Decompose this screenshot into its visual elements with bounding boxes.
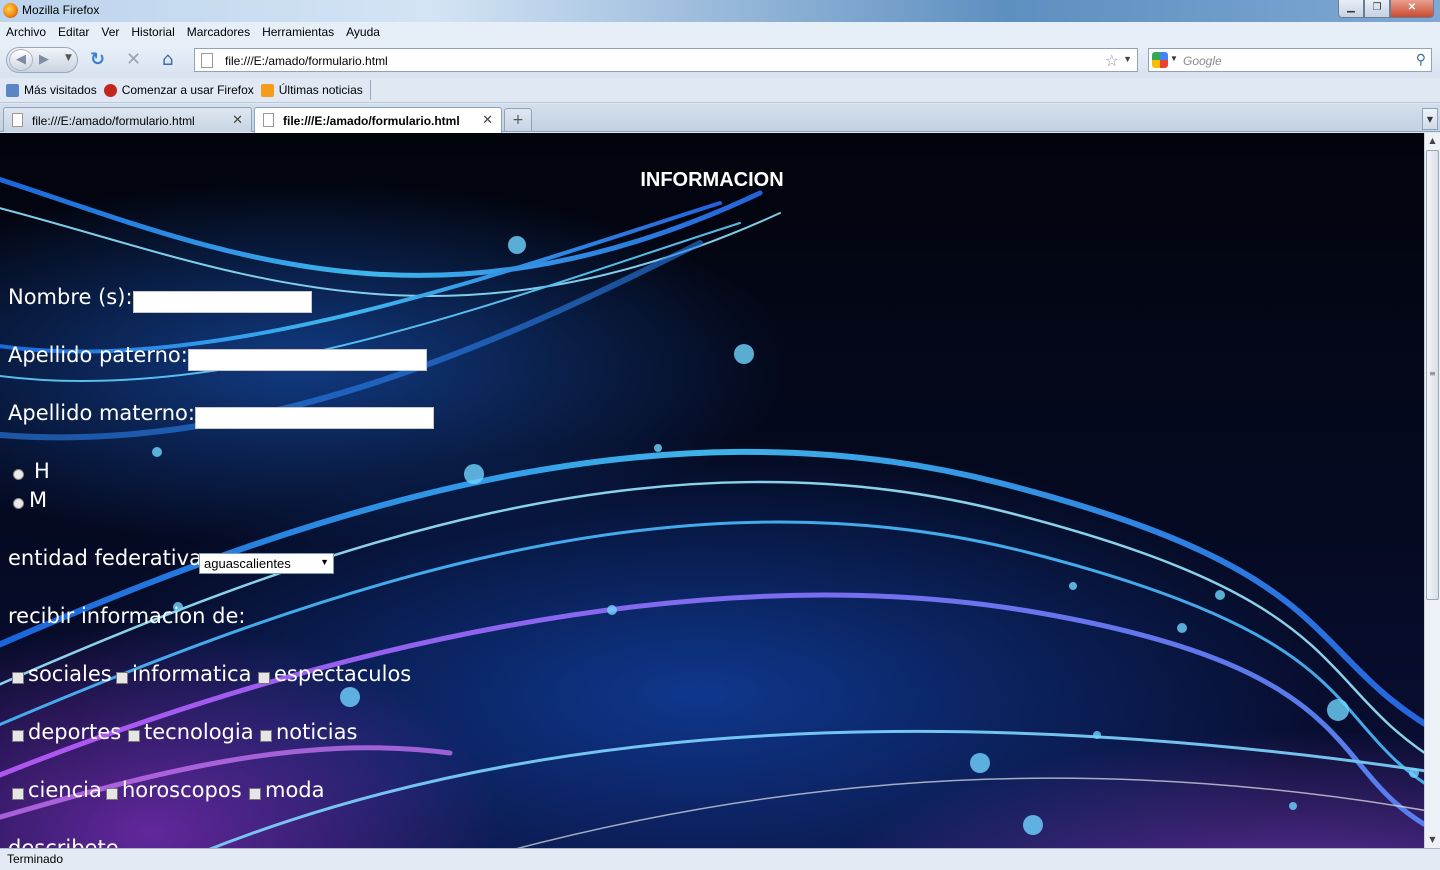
status-bar: Terminado — [0, 848, 1440, 870]
bookmark-ultimas-noticias[interactable]: Últimas noticias — [260, 83, 363, 97]
entidad-selected-value: aguascalientes — [204, 556, 291, 571]
nombre-label: Nombre (s): — [8, 285, 133, 309]
entidad-label: entidad federativa — [8, 546, 202, 570]
sexo-h-label: H — [34, 459, 50, 483]
most-visited-icon — [6, 83, 19, 97]
bookmarks-separator — [369, 80, 371, 100]
bookmark-label: Últimas noticias — [278, 83, 363, 97]
checkbox-ciencia[interactable] — [12, 788, 24, 800]
bookmark-comenzar[interactable]: Comenzar a usar Firefox — [103, 83, 254, 97]
checkbox-informatica[interactable] — [116, 672, 128, 684]
describete-label-partial: describete — [8, 836, 119, 848]
tab-2-active[interactable]: file:///E:/amado/formulario.html ✕ — [254, 107, 502, 133]
tab-list-dropdown-icon[interactable]: ▼ — [1422, 108, 1438, 130]
menu-archivo[interactable]: Archivo — [6, 25, 46, 39]
engine-dropdown-icon[interactable]: ▼ — [1170, 54, 1178, 63]
bookmark-label: Comenzar a usar Firefox — [121, 83, 254, 97]
checkbox-deportes[interactable] — [12, 730, 24, 742]
close-window-button[interactable]: ✕ — [1390, 0, 1434, 18]
search-bar[interactable]: ▼ Google ⚲ — [1148, 48, 1432, 72]
back-forward-group: ◀ ▶ ▼ — [6, 47, 78, 73]
checkbox-label-moda: moda — [265, 778, 325, 802]
select-arrow-icon: ▼ — [320, 557, 329, 567]
apellido-paterno-input[interactable] — [188, 349, 427, 371]
page-title: INFORMACION — [640, 169, 784, 191]
checkbox-tecnologia[interactable] — [128, 730, 140, 742]
rss-feed-icon — [260, 83, 274, 97]
checkbox-label-informatica: informatica — [132, 662, 252, 686]
back-button[interactable]: ◀ — [9, 49, 33, 71]
minimize-button[interactable]: ▁ — [1338, 0, 1364, 18]
search-magnifier-icon[interactable]: ⚲ — [1416, 51, 1426, 68]
checkbox-horoscopos[interactable] — [106, 788, 118, 800]
menu-ayuda[interactable]: Ayuda — [346, 25, 380, 39]
page-icon — [12, 113, 23, 127]
page-content: INFORMACION Nombre (s): Apellido paterno… — [0, 133, 1424, 848]
checkbox-label-ciencia: ciencia — [28, 778, 102, 802]
scroll-grip-icon: ≡ — [1429, 369, 1436, 378]
checkbox-noticias[interactable] — [260, 730, 272, 742]
page-icon — [201, 53, 213, 68]
status-text: Terminado — [7, 852, 64, 866]
checkbox-espectaculos[interactable] — [258, 672, 270, 684]
tab-bar: file:///E:/amado/formulario.html ✕ file:… — [0, 104, 1440, 133]
sexo-h-radio[interactable] — [13, 469, 24, 480]
recibir-label: recibir informacion de: — [8, 604, 246, 628]
menu-bar: Archivo Editar Ver Historial Marcadores … — [0, 22, 1440, 42]
checkbox-sociales[interactable] — [12, 672, 24, 684]
reload-icon[interactable]: ↻ — [90, 51, 105, 69]
checkbox-label-deportes: deportes — [28, 720, 122, 744]
registration-form: INFORMACION Nombre (s): Apellido paterno… — [0, 133, 1424, 848]
bookmarks-toolbar: Más visitados Comenzar a usar Firefox Úl… — [0, 78, 1440, 103]
scroll-up-icon[interactable]: ▲ — [1425, 133, 1440, 149]
checkbox-label-noticias: noticias — [276, 720, 358, 744]
tab-label: file:///E:/amado/formulario.html — [32, 114, 195, 128]
tab-1[interactable]: file:///E:/amado/formulario.html ✕ — [3, 107, 252, 132]
window-titlebar: Mozilla Firefox ▁ ❐ ✕ — [0, 0, 1440, 22]
search-placeholder[interactable]: Google — [1183, 54, 1222, 68]
window-title: Mozilla Firefox — [22, 3, 100, 17]
bookmark-mas-visitados[interactable]: Más visitados — [6, 83, 97, 97]
stop-icon[interactable]: ✕ — [126, 51, 141, 69]
page-icon — [263, 113, 274, 127]
google-engine-icon[interactable] — [1152, 52, 1168, 68]
checkbox-label-espectaculos: espectaculos — [274, 662, 412, 686]
menu-editar[interactable]: Editar — [58, 25, 89, 39]
url-dropdown-icon[interactable]: ▼ — [1123, 54, 1132, 64]
apellido-materno-label: Apellido materno: — [8, 401, 195, 425]
url-bar[interactable]: file:///E:/amado/formulario.html ☆ ▼ — [194, 48, 1138, 72]
bookmark-star-icon[interactable]: ☆ — [1105, 51, 1119, 71]
url-text[interactable]: file:///E:/amado/formulario.html — [225, 54, 388, 68]
history-dropdown-icon[interactable]: ▼ — [65, 53, 72, 63]
sexo-m-label: M — [29, 488, 48, 512]
nombre-input[interactable] — [133, 291, 312, 313]
close-tab-icon[interactable]: ✕ — [232, 112, 243, 128]
firefox-red-icon — [103, 83, 117, 97]
menu-herramientas[interactable]: Herramientas — [262, 25, 334, 39]
checkbox-label-horoscopos: horoscopos — [122, 778, 242, 802]
close-tab-icon[interactable]: ✕ — [482, 112, 493, 128]
checkbox-label-sociales: sociales — [28, 662, 112, 686]
apellido-paterno-label: Apellido paterno: — [8, 343, 188, 367]
menu-marcadores[interactable]: Marcadores — [187, 25, 250, 39]
home-icon[interactable]: ⌂ — [162, 51, 173, 69]
navigation-toolbar: ◀ ▶ ▼ ↻ ✕ ⌂ file:///E:/amado/formulario.… — [0, 42, 1440, 78]
scroll-down-icon[interactable]: ▼ — [1425, 832, 1440, 848]
menu-ver[interactable]: Ver — [101, 25, 119, 39]
new-tab-button[interactable]: + — [504, 108, 532, 131]
forward-button[interactable]: ▶ — [39, 52, 49, 67]
menu-historial[interactable]: Historial — [131, 25, 174, 39]
sexo-m-radio[interactable] — [13, 498, 24, 509]
apellido-materno-input[interactable] — [195, 407, 434, 429]
entidad-select[interactable]: aguascalientes ▼ — [199, 553, 334, 574]
tab-label: file:///E:/amado/formulario.html — [283, 114, 460, 128]
firefox-logo-icon — [3, 3, 18, 18]
bookmark-label: Más visitados — [24, 83, 97, 97]
maximize-button[interactable]: ❐ — [1364, 0, 1390, 18]
checkbox-moda[interactable] — [249, 788, 261, 800]
vertical-scrollbar[interactable]: ▲ ≡ ▼ — [1424, 133, 1440, 848]
window-controls: ▁ ❐ ✕ — [1338, 0, 1434, 18]
checkbox-label-tecnologia: tecnologia — [144, 720, 254, 744]
